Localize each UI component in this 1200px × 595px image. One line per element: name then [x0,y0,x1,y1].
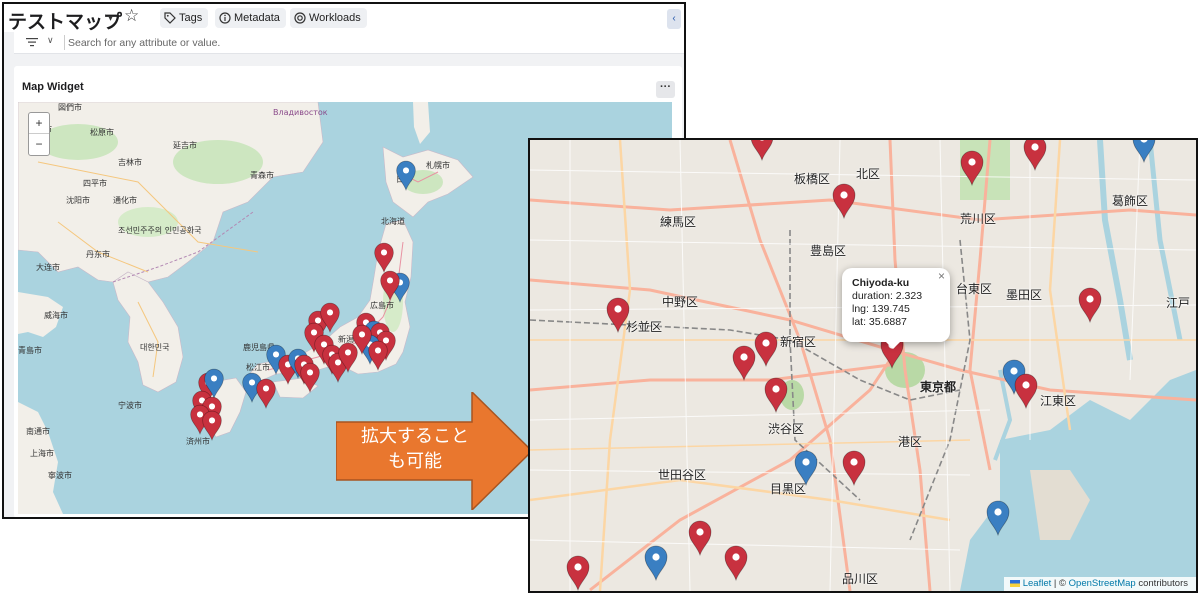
right-marker-layer [566,140,1156,591]
zoom-callout-text: 拡大すること も可能 [340,424,490,474]
tab-workloads-label: Workloads [309,12,361,24]
popup-lat: lat: 35.6887 [852,316,907,328]
map-marker-pin[interactable] [724,545,748,582]
marker-popup: × Chiyoda-ku duration: 2.323 lng: 139.74… [842,268,950,342]
popup-lng: lng: 139.745 [852,303,910,315]
filter-divider [64,35,65,50]
map-marker-pin[interactable] [566,555,590,591]
map-marker-pin[interactable] [688,520,712,557]
favorite-star-icon[interactable]: ☆ [124,6,139,26]
map-marker-pin[interactable] [396,160,416,192]
attribution-contributors: contributors [1135,578,1188,589]
ukraine-flag-icon [1010,579,1021,587]
map-marker-pin[interactable] [256,378,276,410]
popup-tip [884,340,902,349]
map-marker-pin[interactable] [606,297,630,334]
map-marker-pin[interactable] [1014,373,1038,410]
map-marker-pin[interactable] [644,545,668,582]
popup-duration: duration: 2.323 [852,290,923,302]
map-marker-pin[interactable] [832,183,856,220]
map-marker-pin[interactable] [764,377,788,414]
map-marker-pin[interactable] [1078,287,1102,324]
popup-close-button[interactable]: × [938,270,945,283]
map-marker-pin[interactable] [960,150,984,187]
map-marker-pin[interactable] [1132,140,1156,164]
map-marker-pin[interactable] [842,450,866,487]
filter-dropdown-icon[interactable]: ∨ [47,35,54,46]
info-icon [219,12,231,24]
map-marker-pin[interactable] [794,450,818,487]
map-marker-pin[interactable] [374,242,394,274]
map-marker-pin[interactable] [754,331,778,368]
map-marker-pin[interactable] [986,500,1010,537]
map-marker-pin[interactable] [1023,140,1047,172]
tab-metadata-label: Metadata [234,12,280,24]
search-input[interactable] [68,35,668,51]
tag-icon [164,12,176,24]
filter-bar: ∨ [14,32,684,54]
leaflet-link[interactable]: Leaflet [1023,578,1052,589]
attribution-separator: | © [1051,578,1069,589]
map-marker-pin[interactable] [300,362,320,394]
tokyo-map[interactable]: 板橋区 北区 荒川区 練馬区 豊島区 中野区 杉並区 新宿区 台東区 墨田区 江… [528,138,1198,593]
filter-icon[interactable] [26,37,38,47]
callout-line-2: も可能 [388,451,442,472]
map-marker-pin[interactable] [750,140,774,162]
osm-link[interactable]: OpenStreetMap [1069,578,1136,589]
collapse-panel-button[interactable]: ‹ [667,9,681,29]
tab-metadata[interactable]: Metadata [215,8,286,28]
dashboard-title[interactable]: テストマップ [8,7,122,34]
map-attribution: Leaflet | © OpenStreetMap contributors [1004,577,1196,591]
tab-tags-label: Tags [179,12,203,24]
title-dropdown-icon[interactable]: ▾ [108,13,113,24]
callout-line-1: 拡大すること [361,426,469,447]
widget-menu-button[interactable]: ··· [656,81,675,98]
dashboard-header: テストマップ ▾ ☆ Tags Metadata Workloads ‹ [4,4,684,34]
map-marker-pin[interactable] [732,345,756,382]
popup-title: Chiyoda-ku [852,277,910,289]
map-marker-pin[interactable] [202,410,222,442]
tab-workloads[interactable]: Workloads [290,8,367,28]
tab-tags[interactable]: Tags [160,8,209,28]
widget-title: Map Widget [22,81,84,93]
workloads-icon [294,12,306,24]
map-marker-pin[interactable] [368,340,388,372]
